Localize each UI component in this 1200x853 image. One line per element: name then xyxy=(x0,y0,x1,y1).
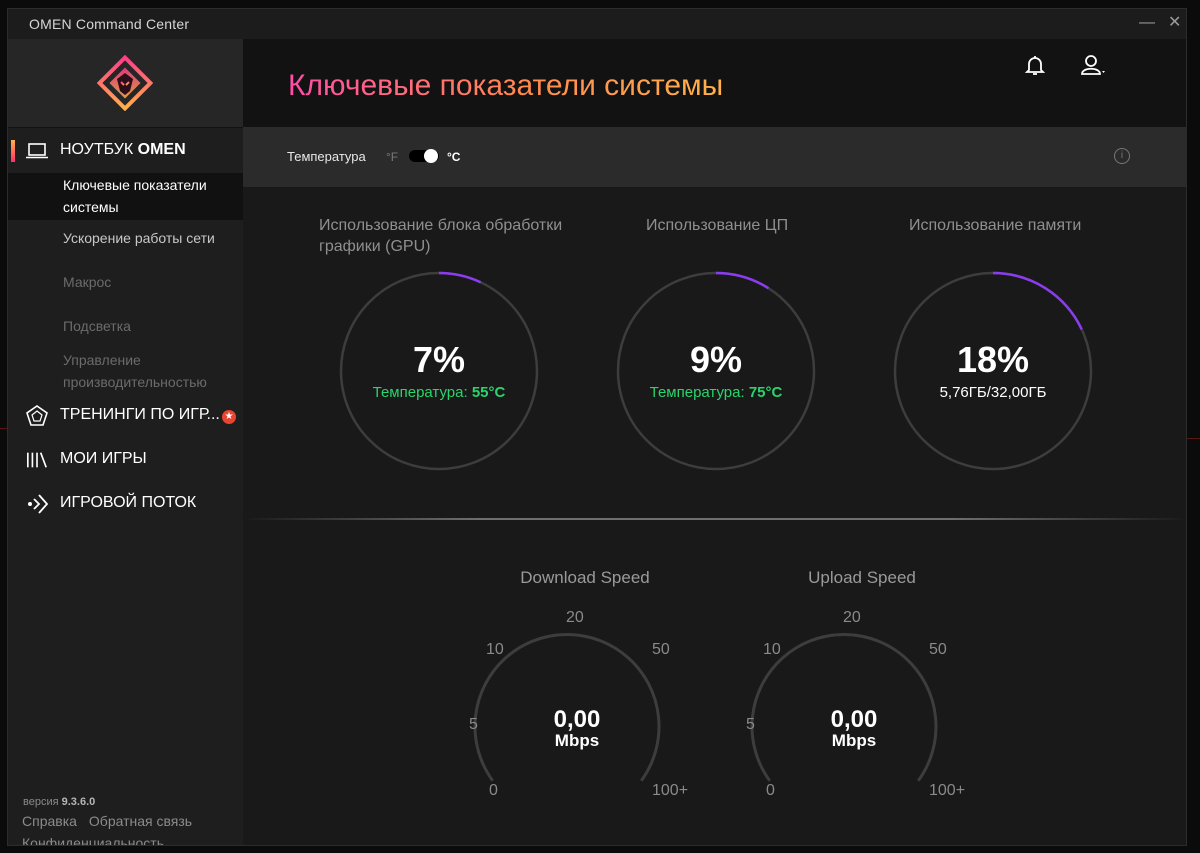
tick-label: 100+ xyxy=(652,782,689,799)
bell-icon[interactable] xyxy=(1023,53,1047,77)
sidebar-item-label: НОУТБУК OMEN xyxy=(60,141,186,158)
tick-label: 20 xyxy=(566,609,584,626)
toggle-knob xyxy=(424,149,438,163)
temperature-bar: Температура °F °C i xyxy=(243,127,1186,187)
tick-label: 50 xyxy=(652,641,670,658)
download-speed-value: 0,00 xyxy=(553,706,601,733)
tick-label: 5 xyxy=(746,716,755,733)
memory-usage-value: 18% xyxy=(956,339,1030,380)
tick-label: 100+ xyxy=(929,782,966,799)
window-title: OMEN Command Center xyxy=(29,16,190,32)
title-bar: OMEN Command Center — ✕ xyxy=(8,9,1186,39)
sidebar-item-game-training[interactable]: ТРЕНИНГИ ПО ИГР... ★ xyxy=(8,394,243,438)
background-stripe xyxy=(1187,438,1200,439)
sidebar-item-game-stream[interactable]: ИГРОВОЙ ПОТОК xyxy=(8,482,243,526)
tick-label: 5 xyxy=(469,716,478,733)
sidebar-item-my-games[interactable]: МОИ ИГРЫ xyxy=(8,438,243,482)
cpu-usage-value: 9% xyxy=(689,339,743,380)
cpu-usage-gauge: 9% Температура: 75°C xyxy=(616,271,816,471)
upload-speed-value: 0,00 xyxy=(830,706,878,733)
memory-usage-title: Использование памяти xyxy=(909,217,1082,234)
sidebar-subitem-lighting: Подсветка xyxy=(63,318,131,334)
privacy-link[interactable]: Конфиденциальность xyxy=(22,835,164,845)
user-menu-icon[interactable] xyxy=(1080,53,1108,77)
stream-icon xyxy=(28,494,48,514)
omen-logo xyxy=(8,39,243,128)
sidebar-item-label: МОИ ИГРЫ xyxy=(60,450,147,467)
main-content: Ключевые показатели системы Температура … xyxy=(243,39,1186,845)
temperature-unit-toggle[interactable] xyxy=(409,149,439,163)
sidebar-subitem-key-metrics[interactable]: Ключевые показатели системы xyxy=(8,173,243,220)
info-icon[interactable]: i xyxy=(1114,148,1130,164)
sidebar-subitem-performance: Управление производительностью xyxy=(63,352,207,390)
help-link[interactable]: Справка xyxy=(22,813,77,829)
tick-label: 50 xyxy=(929,641,947,658)
upload-speed-unit: Mbps xyxy=(831,731,877,750)
tick-label: 20 xyxy=(843,609,861,626)
background-stripe xyxy=(0,428,7,429)
upload-speed-title: Upload Speed xyxy=(808,568,916,587)
close-button[interactable]: ✕ xyxy=(1168,15,1181,31)
tick-label: 0 xyxy=(489,782,498,799)
laptop-icon xyxy=(26,143,48,159)
sidebar-item-omen-laptop[interactable]: НОУТБУК OMEN xyxy=(8,129,243,173)
footer-links: Справка Обратная связь Конфиденциальность xyxy=(22,810,232,845)
cpu-temperature: Температура: 75°C xyxy=(649,384,783,401)
tick-label: 10 xyxy=(763,641,781,658)
gpu-usage-gauge: 7% Температура: 55°C xyxy=(339,271,539,471)
gpu-usage-title: Использование блока обработки графики (G… xyxy=(319,217,563,255)
library-icon xyxy=(27,452,47,468)
memory-usage-gauge: 18% 5,76ГБ/32,00ГБ xyxy=(893,271,1093,471)
sidebar-subitem-network-boost[interactable]: Ускорение работы сети xyxy=(8,227,243,249)
section-divider xyxy=(243,518,1186,520)
minimize-button[interactable]: — xyxy=(1139,15,1155,31)
version-text: версия 9.3.6.0 xyxy=(23,796,96,808)
cpu-usage-title: Использование ЦП xyxy=(646,217,789,234)
unit-fahrenheit: °F xyxy=(386,150,399,164)
tick-label: 0 xyxy=(766,782,775,799)
page-title: Ключевые показатели системы xyxy=(288,69,724,102)
active-indicator xyxy=(11,140,15,162)
app-window: OMEN Command Center — ✕ НОУТБУК OMEN Клю… xyxy=(7,8,1187,846)
sidebar-item-label: ИГРОВОЙ ПОТОК xyxy=(60,494,197,511)
sidebar-item-label: ТРЕНИНГИ ПО ИГР... xyxy=(60,406,220,423)
gpu-usage-value: 7% xyxy=(412,339,466,380)
feedback-link[interactable]: Обратная связь xyxy=(89,813,192,829)
sidebar: НОУТБУК OMEN Ключевые показатели системы… xyxy=(8,39,243,845)
memory-detail: 5,76ГБ/32,00ГБ xyxy=(939,384,1047,401)
omen-logo-icon xyxy=(97,55,153,111)
badge-trophy-icon xyxy=(26,405,48,426)
sidebar-subitem-macro: Макрос xyxy=(63,274,112,290)
page-header: Ключевые показатели системы xyxy=(243,39,1186,127)
download-speed-title: Download Speed xyxy=(520,568,650,587)
tick-label: 10 xyxy=(486,641,504,658)
temperature-label: Температура xyxy=(287,149,366,164)
unit-celsius: °C xyxy=(447,150,461,164)
download-speed-unit: Mbps xyxy=(554,731,600,750)
gpu-temperature: Температура: 55°C xyxy=(372,384,506,401)
notification-badge-icon: ★ xyxy=(222,410,236,424)
